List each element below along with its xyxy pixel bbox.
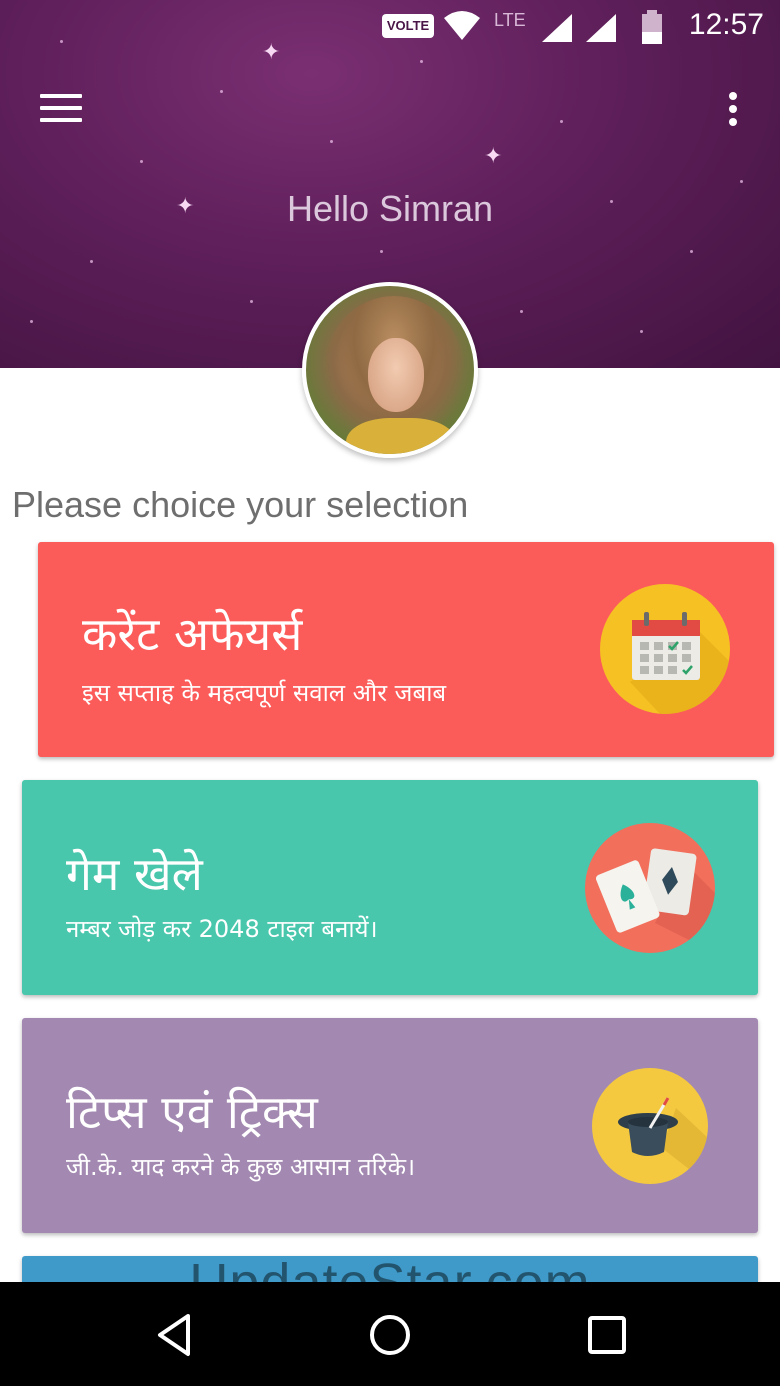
app-screen: ✦ ✦ ✦ VOLTE LTE 12:57 Hello Simran Pleas… xyxy=(0,0,780,1386)
current-affairs-card[interactable]: करेंट अफेयर्स इस सप्ताह के महत्वपूर्ण सव… xyxy=(38,542,774,757)
system-navigation-bar xyxy=(0,1282,780,1386)
card-title: गेम खेले xyxy=(66,847,203,901)
card-subtitle: इस सप्ताह के महत्वपूर्ण सवाल और जबाब xyxy=(82,679,447,707)
playing-cards-icon xyxy=(585,823,715,953)
status-bar: VOLTE LTE 12:57 xyxy=(0,0,780,52)
signal-strength-icon xyxy=(542,14,572,42)
card-title: टिप्स एवं ट्रिक्स xyxy=(66,1085,318,1139)
lte-label: LTE xyxy=(494,10,526,30)
hamburger-menu-icon[interactable] xyxy=(36,94,86,130)
play-game-card[interactable]: गेम खेले नम्बर जोड़ कर 2048 टाइल बनायें। xyxy=(22,780,758,995)
clock: 12:57 xyxy=(688,8,764,41)
card-subtitle: जी.के. याद करने के कुछ आसान तरिके। xyxy=(66,1153,416,1181)
volte-badge: VOLTE xyxy=(382,14,434,38)
card-subtitle: नम्बर जोड़ कर 2048 टाइल बनायें। xyxy=(66,915,378,943)
profile-avatar[interactable] xyxy=(302,282,478,458)
tips-and-tricks-card[interactable]: टिप्स एवं ट्रिक्स जी.के. याद करने के कुछ… xyxy=(22,1018,758,1233)
back-triangle-icon[interactable] xyxy=(150,1312,200,1358)
greeting-text: Hello Simran xyxy=(286,188,494,229)
calendar-icon xyxy=(600,584,730,714)
magic-hat-icon xyxy=(592,1068,708,1184)
home-circle-icon[interactable] xyxy=(365,1312,415,1358)
section-title: Please choice your selection xyxy=(12,484,469,525)
recents-square-icon[interactable] xyxy=(582,1312,632,1358)
battery-icon xyxy=(642,10,662,44)
wifi-icon xyxy=(444,11,480,40)
signal-strength-secondary-icon xyxy=(586,14,616,42)
more-vert-icon[interactable] xyxy=(718,92,748,136)
card-title: करेंट अफेयर्स xyxy=(82,607,303,661)
